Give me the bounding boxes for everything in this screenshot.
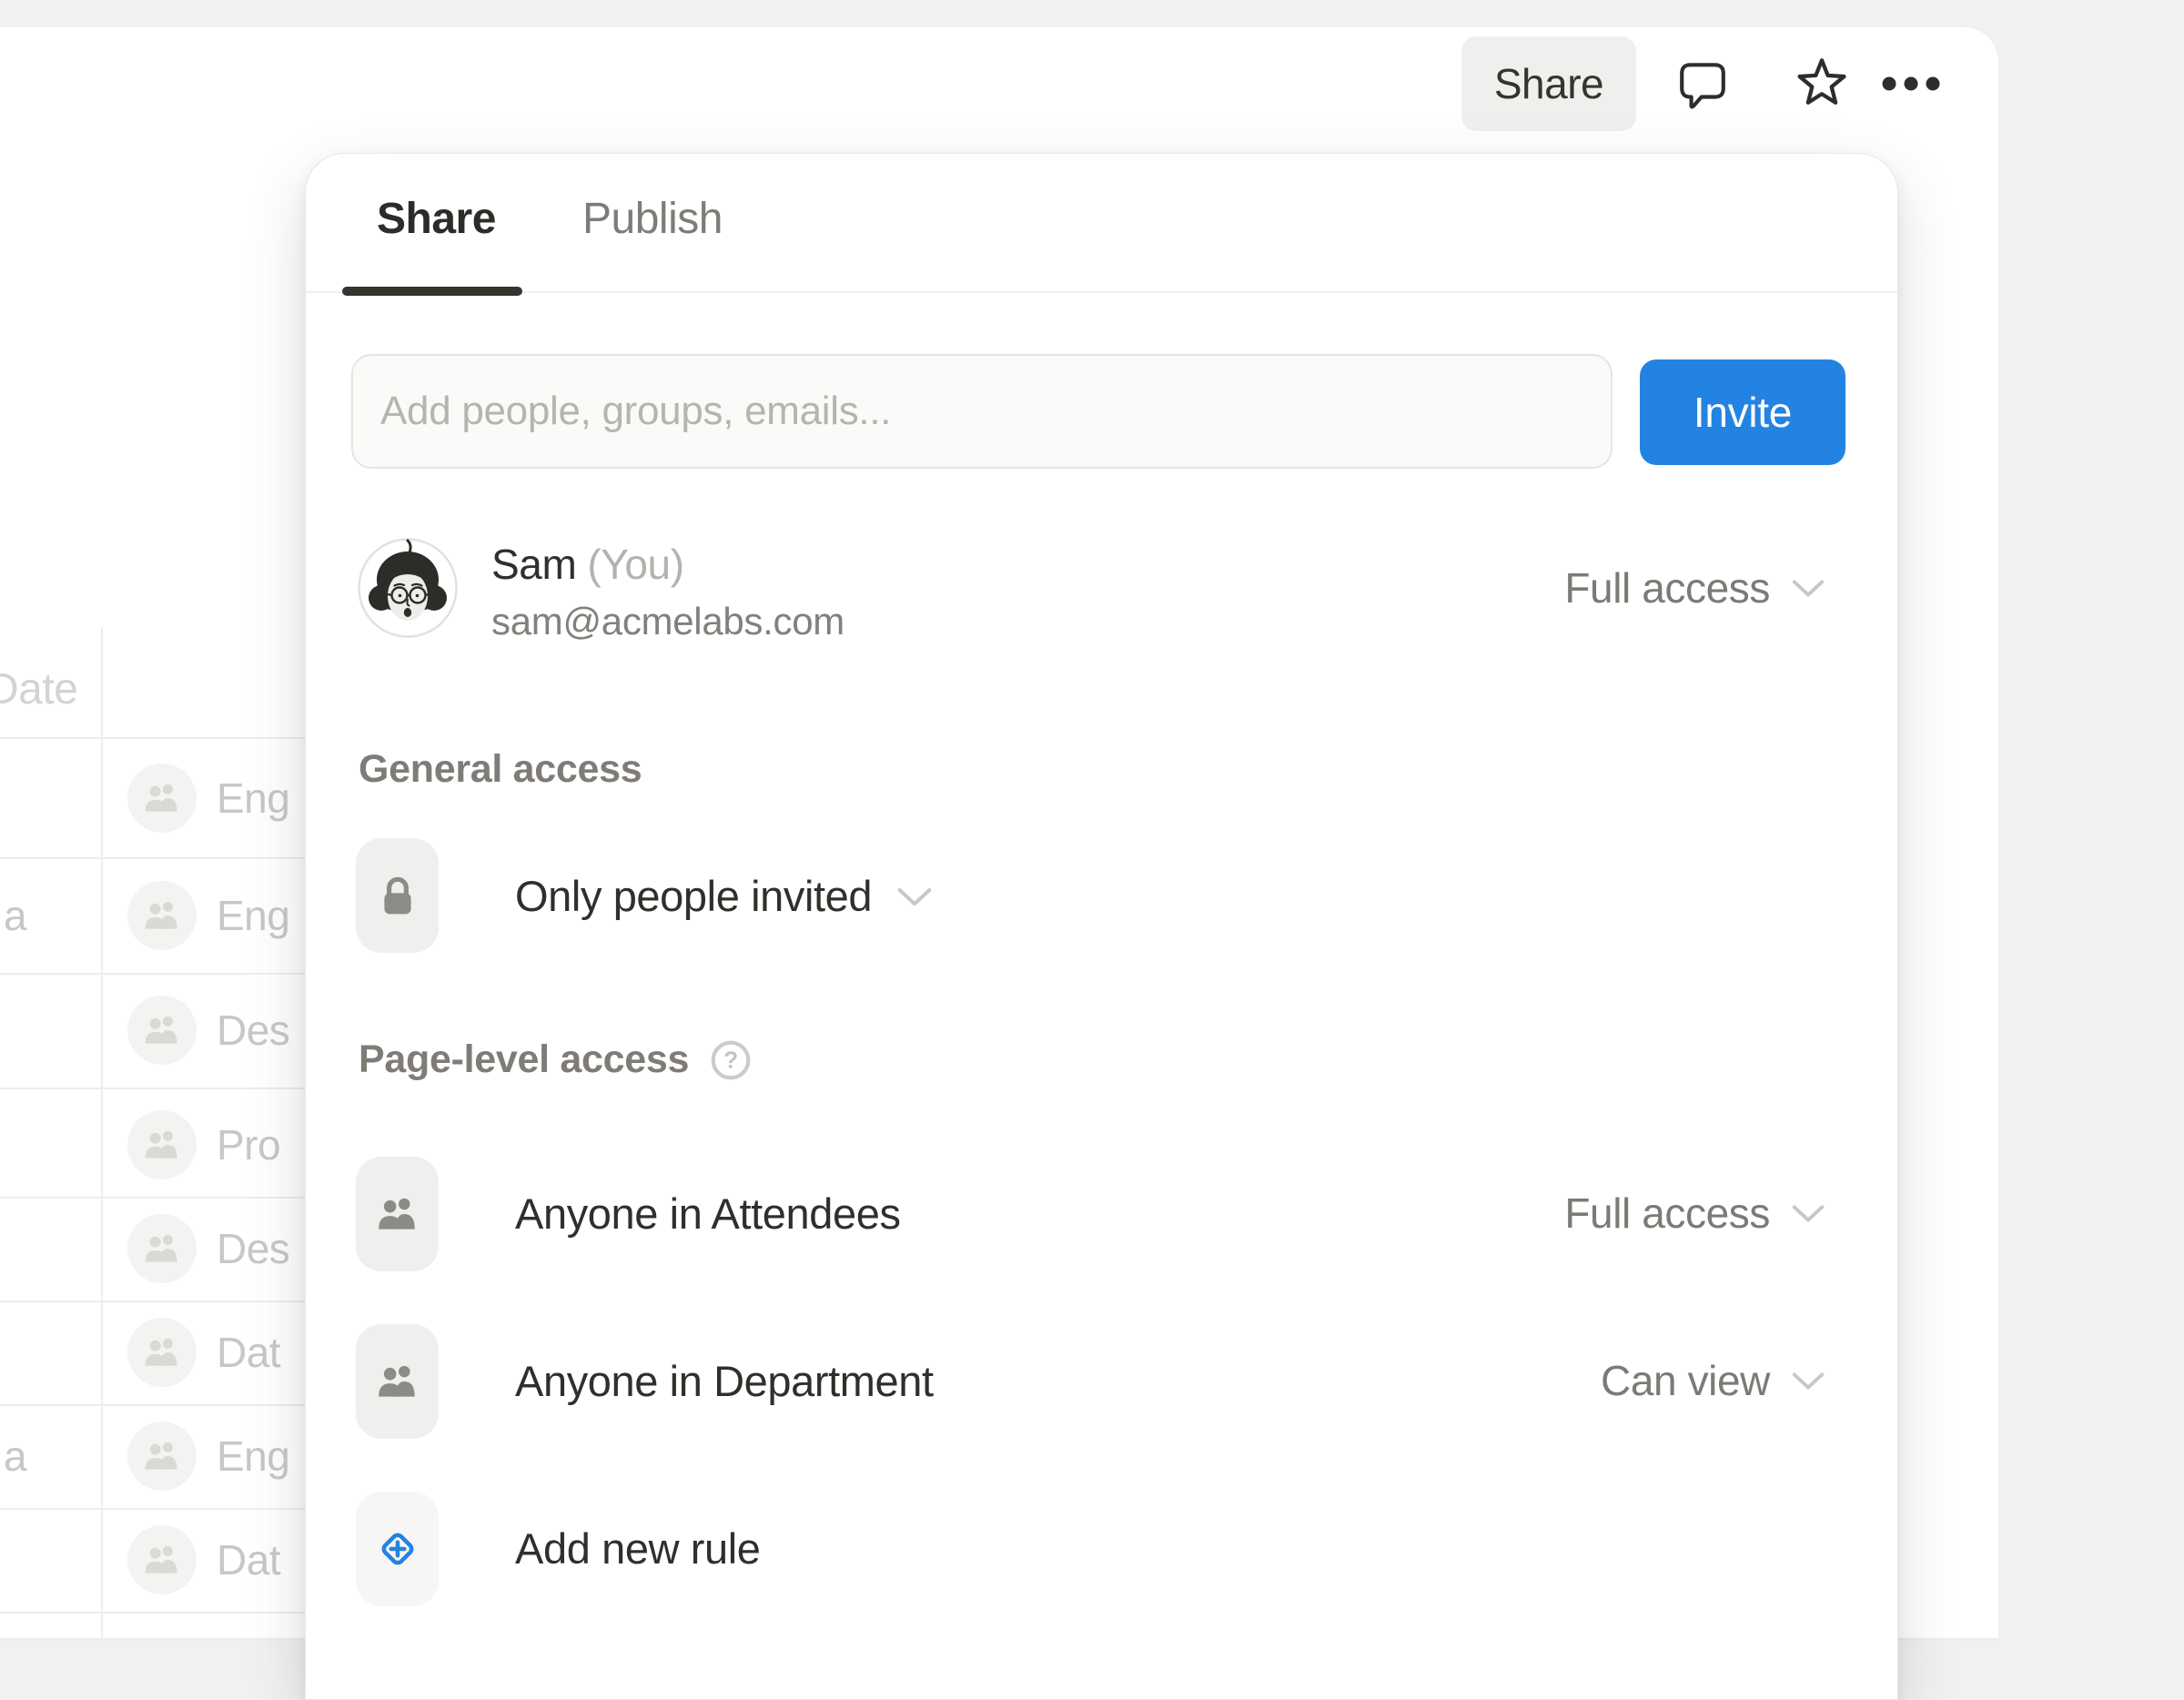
rule-access-dropdown-attendees[interactable]: Full access <box>1564 1189 1826 1238</box>
general-access-heading: General access <box>359 747 642 792</box>
share-button[interactable]: Share <box>1461 36 1636 131</box>
group-avatar <box>127 1422 197 1491</box>
add-rule-diamond-plus-icon[interactable] <box>356 1492 439 1606</box>
rule-access-value: Full access <box>1564 1189 1770 1238</box>
group-avatar <box>127 1318 197 1387</box>
tabs-divider <box>306 291 1897 293</box>
people-icon <box>356 1157 439 1271</box>
chevron-down-icon <box>1790 1369 1826 1392</box>
chevron-down-icon <box>895 884 934 909</box>
rule-label-department: Anyone in Department <box>515 1356 934 1406</box>
member-email: sam@acmelabs.com <box>491 600 844 643</box>
page: { "colors": { "accent_blue": "#2383e2", … <box>0 0 2184 1638</box>
member-avatar <box>358 538 458 638</box>
group-avatar <box>127 881 197 950</box>
add-people-input[interactable] <box>351 354 1613 469</box>
table-column-divider <box>101 628 103 1638</box>
group-avatar <box>127 1214 197 1283</box>
star-icon[interactable] <box>1795 56 1849 111</box>
general-access-dropdown[interactable]: Only people invited <box>515 871 934 921</box>
active-tab-underline <box>342 287 522 296</box>
member-access-value: Full access <box>1564 563 1770 612</box>
more-icon[interactable] <box>1880 75 1942 93</box>
rule-access-dropdown-department[interactable]: Can view <box>1601 1356 1826 1405</box>
tab-publish[interactable]: Publish <box>582 194 723 244</box>
comment-icon[interactable] <box>1676 57 1729 110</box>
rule-label-attendees: Anyone in Attendees <box>515 1189 901 1239</box>
member-name: Sam(You) <box>491 540 684 589</box>
group-avatar <box>127 996 197 1065</box>
chevron-down-icon <box>1790 1201 1826 1225</box>
people-icon <box>356 1324 439 1439</box>
member-access-dropdown[interactable]: Full access <box>1564 563 1826 612</box>
rule-access-value: Can view <box>1601 1356 1770 1405</box>
add-new-rule-button[interactable]: Add new rule <box>515 1523 761 1574</box>
tab-share[interactable]: Share <box>377 194 496 244</box>
group-avatar <box>127 764 197 833</box>
table-column-header-date: Date <box>0 664 77 714</box>
invite-button[interactable]: Invite <box>1640 359 1845 465</box>
lock-icon <box>356 838 439 953</box>
chevron-down-icon <box>1790 576 1826 600</box>
help-icon[interactable]: ? <box>709 1038 753 1082</box>
svg-text:?: ? <box>723 1046 738 1073</box>
group-avatar <box>127 1110 197 1179</box>
group-avatar <box>127 1525 197 1594</box>
member-you-suffix: (You) <box>587 541 683 588</box>
general-access-value: Only people invited <box>515 871 872 921</box>
page-level-access-heading: Page-level access ? <box>359 1037 753 1082</box>
share-dialog: Share Publish Invite <box>305 153 1898 1700</box>
